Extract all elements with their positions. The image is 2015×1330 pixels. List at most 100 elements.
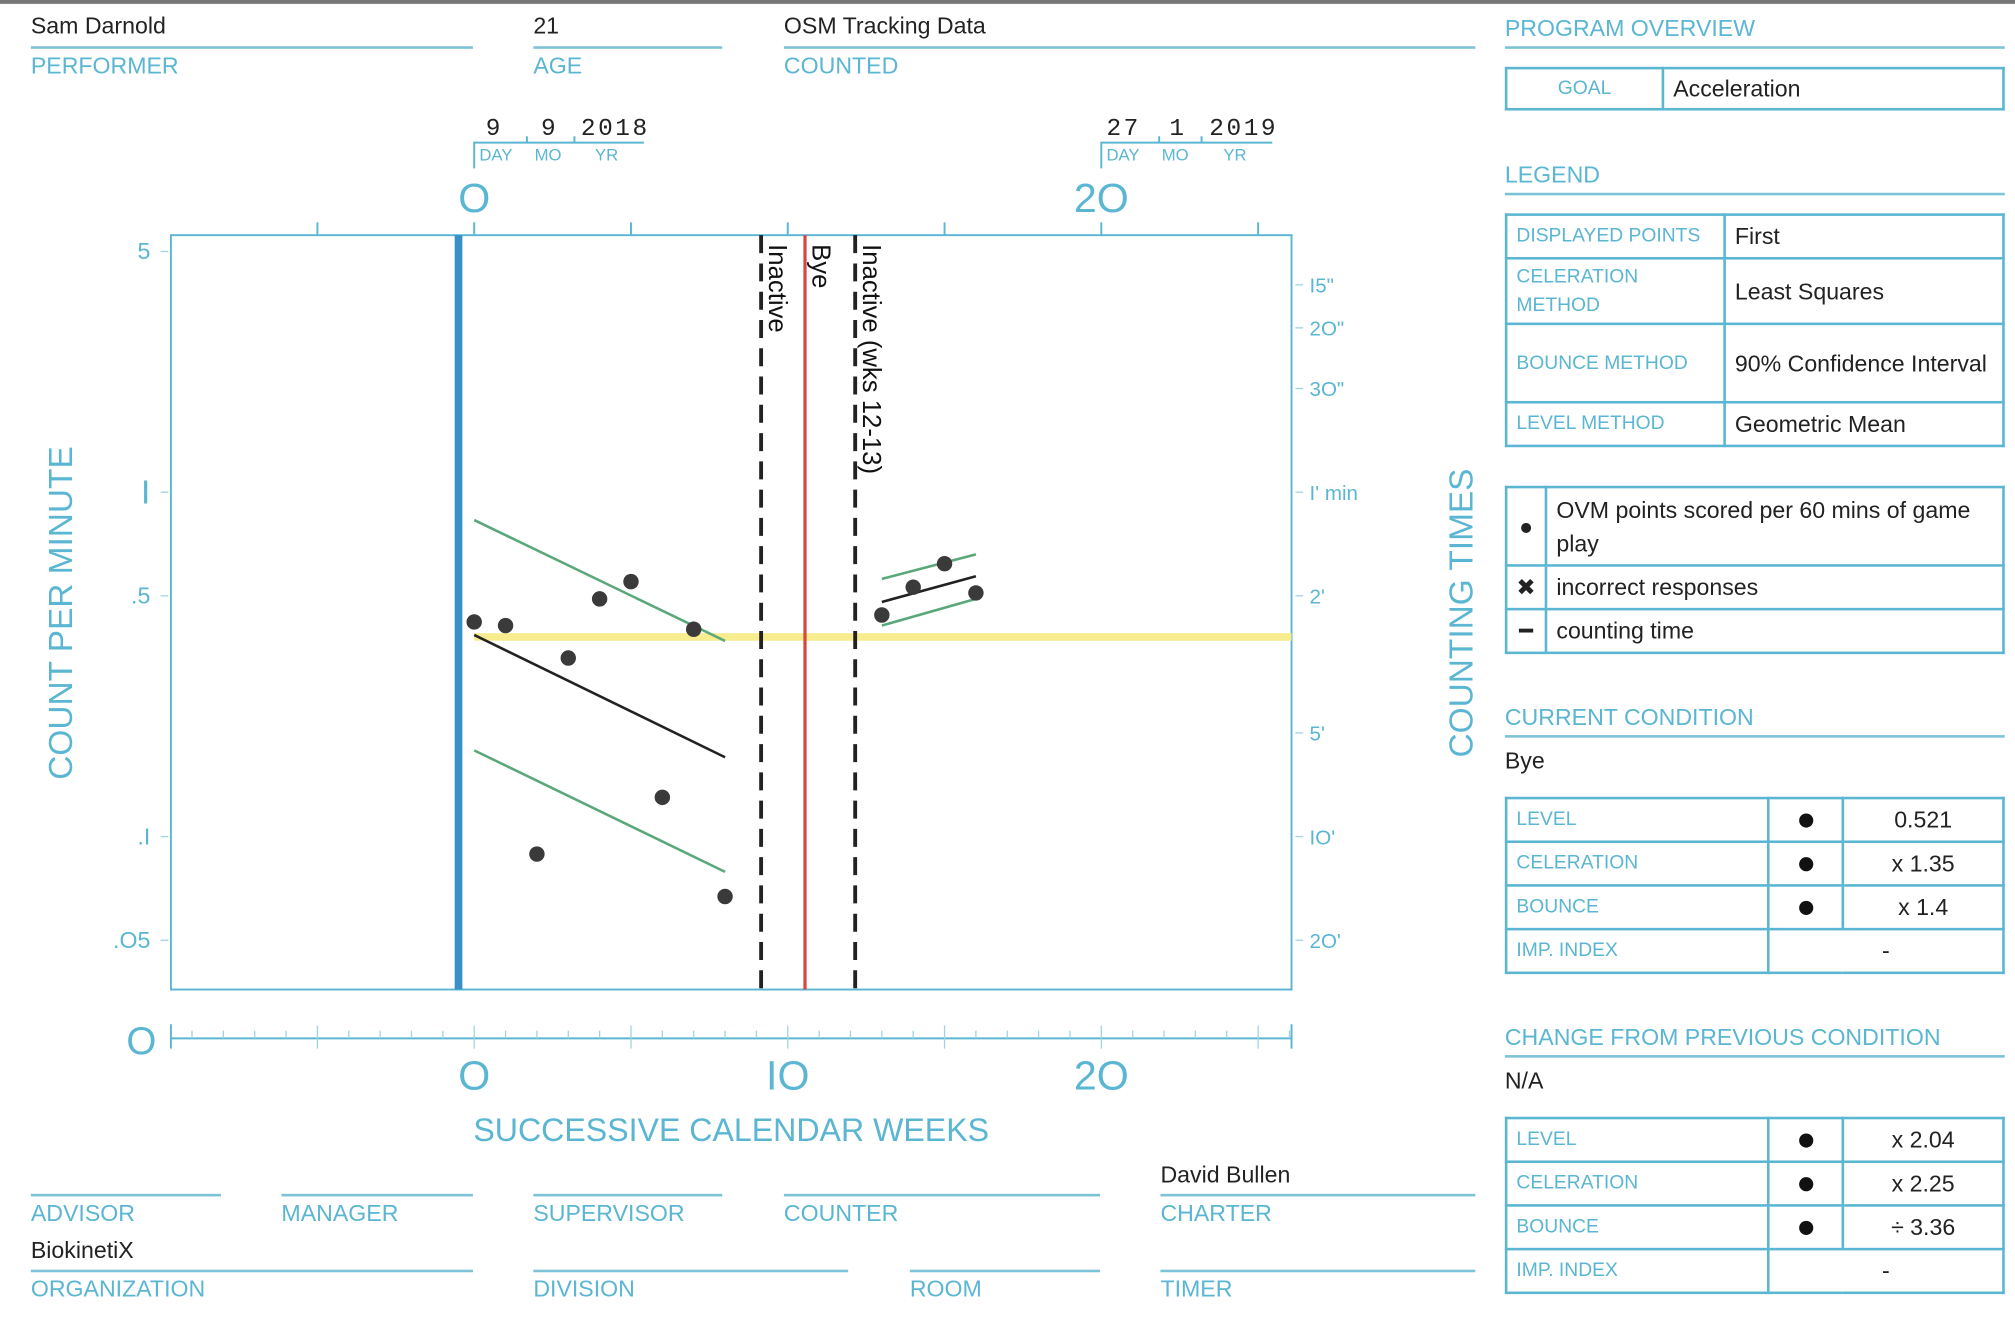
- metric-value: x 2.25: [1841, 1160, 2005, 1207]
- metric-label: BOUNCE: [1504, 884, 1770, 931]
- end-day-label: DAY: [1106, 146, 1139, 165]
- start-day: 9: [486, 116, 503, 143]
- y-axis-tick-label: .I: [137, 823, 150, 849]
- data-point: [968, 585, 984, 601]
- data-point: [717, 888, 733, 905]
- end-month: 1: [1169, 116, 1186, 143]
- supervisor-rule: [533, 1193, 723, 1197]
- data-point: [497, 617, 514, 634]
- symbol-description: OVM points scored per 60 mins of game pl…: [1544, 485, 2005, 567]
- metric-value: x 1.4: [1841, 884, 2005, 931]
- y2-axis-tick-label: 2': [1310, 586, 1325, 609]
- y-axis-tick-label: I: [141, 475, 150, 512]
- metric-label: BOUNCE: [1504, 1204, 1770, 1251]
- data-point: [560, 650, 576, 666]
- end-month-label: MO: [1162, 146, 1189, 165]
- start-year: 2018: [581, 116, 650, 143]
- data-point: [466, 614, 482, 630]
- top-axis-tick-label: 2O: [1074, 175, 1129, 221]
- metric-value: -: [1767, 1247, 2005, 1295]
- metric-label: LEVEL: [1504, 1116, 1770, 1164]
- organization-rule: [30, 1269, 473, 1273]
- legend-value: First: [1723, 213, 2005, 260]
- y2-axis-tick-label: 5': [1310, 723, 1325, 746]
- counter-rule: [783, 1193, 1101, 1197]
- metric-value: -: [1767, 927, 2005, 975]
- metric-value: x 1.35: [1841, 840, 2005, 887]
- end-year: 2019: [1209, 116, 1278, 143]
- metric-label: IMP. INDEX: [1504, 927, 1770, 975]
- counter-label: COUNTER: [783, 1200, 899, 1226]
- data-point: [591, 591, 608, 607]
- legend-key: LEVEL METHOD: [1504, 400, 1726, 448]
- y2-axis-label: COUNTING TIMES: [1444, 469, 1481, 758]
- legend-rule: [1504, 192, 2005, 196]
- goal-table: GOAL Acceleration: [1504, 66, 2005, 111]
- bounce-envelope-line: [881, 553, 977, 581]
- celeration-line: [881, 575, 977, 604]
- advisor-label: ADVISOR: [30, 1200, 135, 1226]
- y-axis-tick-label: .O5: [113, 927, 150, 953]
- y-axis-tick-label: 5: [137, 238, 150, 264]
- organization-label: ORGANIZATION: [30, 1276, 206, 1302]
- current-condition-rule: [1504, 735, 2005, 738]
- data-point: [905, 579, 921, 595]
- legend-table: DISPLAYED POINTS First CELERATION METHOD L…: [1504, 213, 2005, 448]
- room-rule: [909, 1269, 1101, 1273]
- manager-label: MANAGER: [281, 1200, 399, 1226]
- filled-dot-icon: [1798, 1220, 1813, 1235]
- y2-axis-tick-label: I5": [1310, 275, 1334, 298]
- start-month-label: MO: [535, 146, 562, 165]
- start-month: 9: [541, 116, 558, 143]
- supervisor-label: SUPERVISOR: [533, 1200, 685, 1226]
- legend-title: LEGEND: [1504, 161, 1600, 188]
- organization-value: BiokinetiX: [30, 1237, 134, 1264]
- legend-key: BOUNCE METHOD: [1504, 322, 1726, 404]
- y2-axis-tick-label: 2O": [1310, 318, 1345, 341]
- change-condition-title: CHANGE FROM PREVIOUS CONDITION: [1504, 1024, 1941, 1050]
- bounce-envelope-line: [473, 749, 726, 874]
- legend-value: Least Squares: [1723, 257, 2005, 326]
- data-point: [936, 555, 953, 572]
- plot-frame: [169, 234, 1293, 991]
- current-condition-title: CURRENT CONDITION: [1504, 704, 1754, 730]
- symbol-description: counting time: [1544, 607, 2005, 655]
- data-point: [654, 789, 671, 806]
- start-day-label: DAY: [479, 146, 512, 165]
- y-axis-label: COUNT PER MINUTE: [43, 446, 80, 779]
- y2-axis-tick-label: IO': [1310, 826, 1336, 849]
- program-overview-title: PROGRAM OVERVIEW: [1504, 15, 1756, 42]
- charter-rule: [1160, 1193, 1476, 1197]
- charter-label: CHARTER: [1160, 1200, 1272, 1226]
- metric-value: x 2.04: [1841, 1116, 2005, 1164]
- metric-label: IMP. INDEX: [1504, 1247, 1770, 1295]
- current-condition-table: LEVEL 0.521 CELERATION x 1.35 BOUNCE x 1.4 …: [1504, 796, 2005, 975]
- goal-label: GOAL: [1504, 66, 1665, 111]
- start-year-label: YR: [595, 146, 618, 165]
- filled-dot-icon: [1798, 857, 1813, 872]
- advisor-rule: [30, 1193, 222, 1197]
- metric-label: CELERATION: [1504, 840, 1770, 887]
- legend-value: Geometric Mean: [1723, 400, 2005, 448]
- charter-value: David Bullen: [1160, 1161, 1291, 1188]
- division-label: DIVISION: [533, 1276, 635, 1302]
- legend-key: DISPLAYED POINTS: [1504, 213, 1726, 260]
- legend-value: 90% Confidence Interval: [1723, 322, 2005, 404]
- filled-dot-icon: [1798, 813, 1813, 828]
- bounce-envelope-line: [881, 597, 977, 627]
- y-axis-tick-label: .5: [131, 583, 150, 609]
- data-point: [874, 607, 890, 623]
- top-axis-tick-label: O: [458, 175, 490, 221]
- bottom-axis-zero-label: O: [126, 1020, 156, 1063]
- y2-axis-tick-label: I' min: [1310, 482, 1358, 505]
- y2-axis-tick-label: 2O': [1310, 930, 1341, 953]
- current-condition-name: Bye: [1504, 747, 1545, 774]
- change-condition-rule: [1504, 1055, 2005, 1058]
- x-mark-icon: ✖: [1504, 564, 1548, 611]
- metric-value: 0.521: [1841, 796, 2005, 844]
- bottom-axis-tick-label: O: [458, 1053, 490, 1099]
- x-axis-label: SUCCESSIVE CALENDAR WEEKS: [473, 1112, 989, 1148]
- change-condition-table: LEVEL x 2.04 CELERATION x 2.25 BOUNCE ÷ 3.3…: [1504, 1116, 2005, 1295]
- phase-line-label: Inactive: [763, 244, 791, 333]
- bottom-axis-tick-label: 2O: [1074, 1053, 1129, 1099]
